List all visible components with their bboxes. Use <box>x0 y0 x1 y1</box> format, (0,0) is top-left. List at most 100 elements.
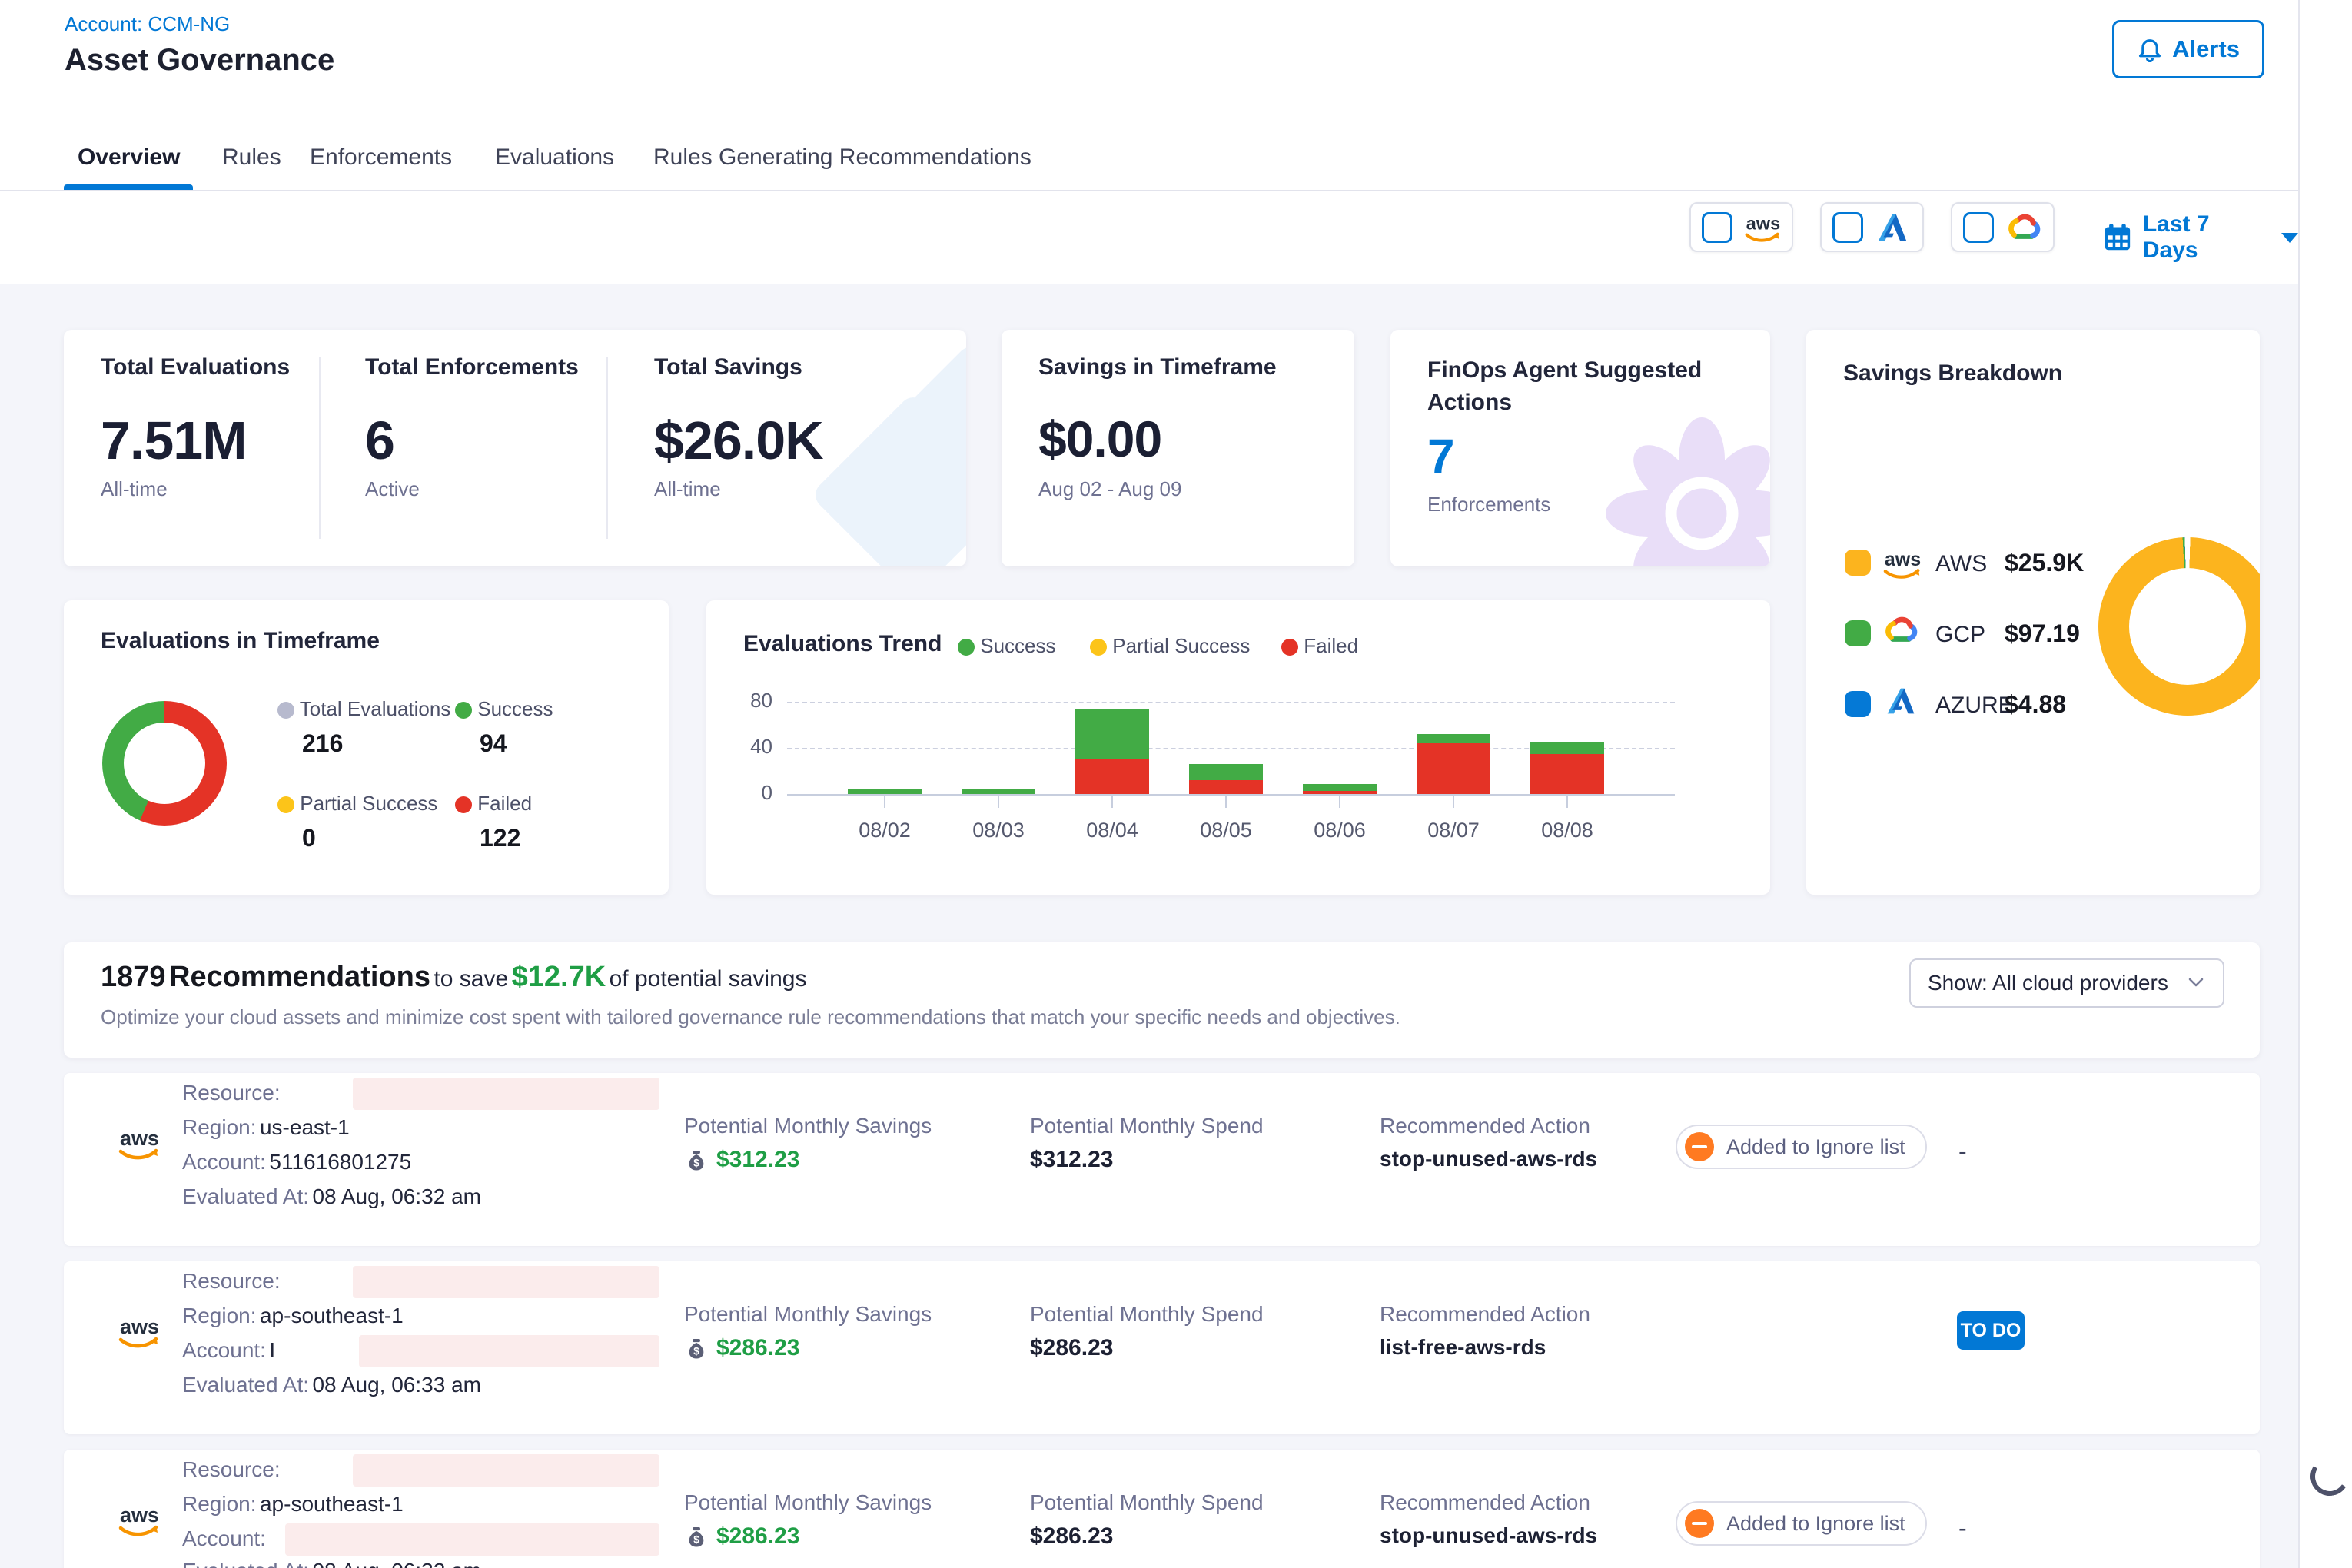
tab-overview[interactable]: Overview <box>78 145 180 171</box>
total-enforcements-value: 6 <box>365 410 394 471</box>
tab-enforcements[interactable]: Enforcements <box>310 145 452 171</box>
recommendations-save-suffix: of potential savings <box>610 966 807 992</box>
x-axis-label: 08/07 <box>1397 819 1510 842</box>
provider-filter-aws[interactable] <box>1689 202 1793 252</box>
total-savings-sublabel: All-time <box>654 477 721 501</box>
empty-status-dash: - <box>1958 1138 1967 1166</box>
caret-down-icon <box>2281 233 2298 243</box>
azure-checkbox[interactable] <box>1832 212 1863 243</box>
x-axis-tick <box>1453 796 1454 808</box>
recommended-action-value: stop-unused-aws-rds <box>1380 1147 1597 1171</box>
dropdown-selected-value: Show: All cloud providers <box>1928 971 2168 995</box>
recommendations-save-amount: $12.7K <box>512 961 606 993</box>
tab-rules-generating-recommendations[interactable]: Rules Generating Recommendations <box>653 145 1031 171</box>
recommendation-row[interactable]: Resource: Region: ap-southeast-1 Account… <box>64 1261 2260 1434</box>
evaluations-trend-card: Evaluations Trend Success Partial Succes… <box>706 600 1770 895</box>
finops-actions-card: FinOps Agent Suggested Actions 7 Enforce… <box>1390 330 1770 566</box>
added-to-ignore-list-badge[interactable]: Added to Ignore list <box>1676 1125 1927 1169</box>
savings-timeframe-value: $0.00 <box>1038 410 1161 468</box>
legend-partial-success-value: 0 <box>302 824 316 852</box>
aws-legend-chip <box>1845 550 1871 576</box>
trend-bar-segment <box>962 789 1035 795</box>
resource-line: Resource: <box>182 1269 281 1294</box>
total-enforcements-label: Total Enforcements <box>365 354 579 380</box>
minus-circle-icon <box>1685 1132 1714 1161</box>
y-axis-tick-label: 40 <box>722 735 772 759</box>
recommendations-header-card: 1879 Recommendations to save $12.7K of p… <box>64 942 2260 1058</box>
redacted-resource-value <box>353 1454 659 1487</box>
evaluations-timeframe-card: Evaluations in Timeframe Total Evaluatio… <box>64 600 669 895</box>
top-header: Account: CCM-NG Asset Governance Alerts <box>0 0 2298 126</box>
redacted-resource-value <box>353 1078 659 1110</box>
trend-bar-segment <box>848 789 922 795</box>
action-column-label: Recommended Action <box>1380 1490 1590 1515</box>
legend-success-value: 94 <box>480 729 507 758</box>
finops-value: 7 <box>1427 428 1454 485</box>
trend-bar-segment <box>1417 734 1490 743</box>
chevron-down-icon <box>2186 973 2206 993</box>
help-widget-partial-icon[interactable] <box>2307 1453 2352 1499</box>
provider-filter-gcp[interactable] <box>1951 202 2055 252</box>
account-breadcrumb-link[interactable]: Account: CCM-NG <box>65 12 230 36</box>
legend-dot <box>277 796 294 813</box>
trend-bar-segment <box>1417 743 1490 794</box>
recommendation-row[interactable]: Resource: Region: us-east-1 Account: 511… <box>64 1073 2260 1246</box>
tab-rules[interactable]: Rules <box>222 145 281 171</box>
redacted-account-value <box>359 1335 659 1367</box>
savings-value: $312.23 <box>684 1147 799 1173</box>
x-axis-tick <box>998 796 999 808</box>
resource-line: Resource: <box>182 1457 281 1482</box>
x-axis-tick <box>1225 796 1227 808</box>
spend-column-label: Potential Monthly Spend <box>1030 1490 1264 1515</box>
x-axis-label: 08/03 <box>942 819 1055 842</box>
date-range-label: Last 7 Days <box>2143 211 2271 264</box>
savings-value: $286.23 <box>684 1335 799 1361</box>
alerts-button[interactable]: Alerts <box>2112 20 2264 78</box>
trend-bar-segment <box>1075 759 1149 794</box>
added-to-ignore-list-badge[interactable]: Added to Ignore list <box>1676 1501 1927 1546</box>
stats-card-group: Total Evaluations 7.51M All-time Total E… <box>64 330 966 566</box>
legend-total-evaluations-value: 216 <box>302 729 343 758</box>
aws-icon <box>118 1501 160 1538</box>
aws-checkbox[interactable] <box>1702 212 1732 243</box>
recommendations-save-prefix: to save <box>434 966 508 992</box>
recommendations-count-suffix: Recommendations <box>169 961 430 993</box>
x-axis-label: 08/05 <box>1169 819 1283 842</box>
tab-evaluations[interactable]: Evaluations <box>495 145 614 171</box>
legend-dot <box>455 702 472 719</box>
aws-icon <box>1745 210 1781 245</box>
gcp-legend-value: $97.19 <box>2005 620 2080 648</box>
total-evaluations-sublabel: All-time <box>101 477 168 501</box>
divider <box>606 357 608 539</box>
evaluated-line: Evaluated At: 08 Aug, 06:32 am <box>182 1559 481 1568</box>
provider-filter-azure[interactable] <box>1820 202 1924 252</box>
azure-legend-chip <box>1845 691 1871 717</box>
region-line: Region: us-east-1 <box>182 1115 350 1140</box>
recommendation-row[interactable]: Resource: Region: ap-southeast-1 Account… <box>64 1450 2260 1568</box>
y-axis-tick-label: 80 <box>722 689 772 713</box>
gcp-legend-chip <box>1845 620 1871 646</box>
action-column-label: Recommended Action <box>1380 1114 1590 1138</box>
savings-timeframe-label: Savings in Timeframe <box>1038 354 1277 380</box>
empty-status-dash: - <box>1958 1514 1967 1543</box>
spend-column-label: Potential Monthly Spend <box>1030 1114 1264 1138</box>
recommendations-subtitle: Optimize your cloud assets and minimize … <box>101 1005 1400 1029</box>
divider <box>319 357 321 539</box>
aws-icon <box>1883 546 1922 580</box>
savings-column-label: Potential Monthly Savings <box>684 1302 932 1327</box>
savings-timeframe-sublabel: Aug 02 - Aug 09 <box>1038 477 1181 501</box>
legend-total-evaluations: Total Evaluations <box>277 697 450 721</box>
spend-value: $286.23 <box>1030 1523 1113 1550</box>
date-range-selector[interactable]: Last 7 Days <box>2103 211 2298 264</box>
evaluations-donut-chart <box>102 701 227 826</box>
x-axis-tick <box>1111 796 1113 808</box>
spend-value: $286.23 <box>1030 1335 1113 1361</box>
x-axis-tick <box>884 796 885 808</box>
cloud-provider-filter-dropdown[interactable]: Show: All cloud providers <box>1909 958 2224 1008</box>
savings-breakdown-card: Savings Breakdown AWS $25.9K GCP $97.19 … <box>1806 330 2260 895</box>
donut-hole <box>124 723 205 804</box>
trend-bar-segment <box>1303 784 1377 791</box>
region-line: Region: ap-southeast-1 <box>182 1304 404 1328</box>
donut-hole <box>2129 568 2246 685</box>
gcp-checkbox[interactable] <box>1963 212 1994 243</box>
